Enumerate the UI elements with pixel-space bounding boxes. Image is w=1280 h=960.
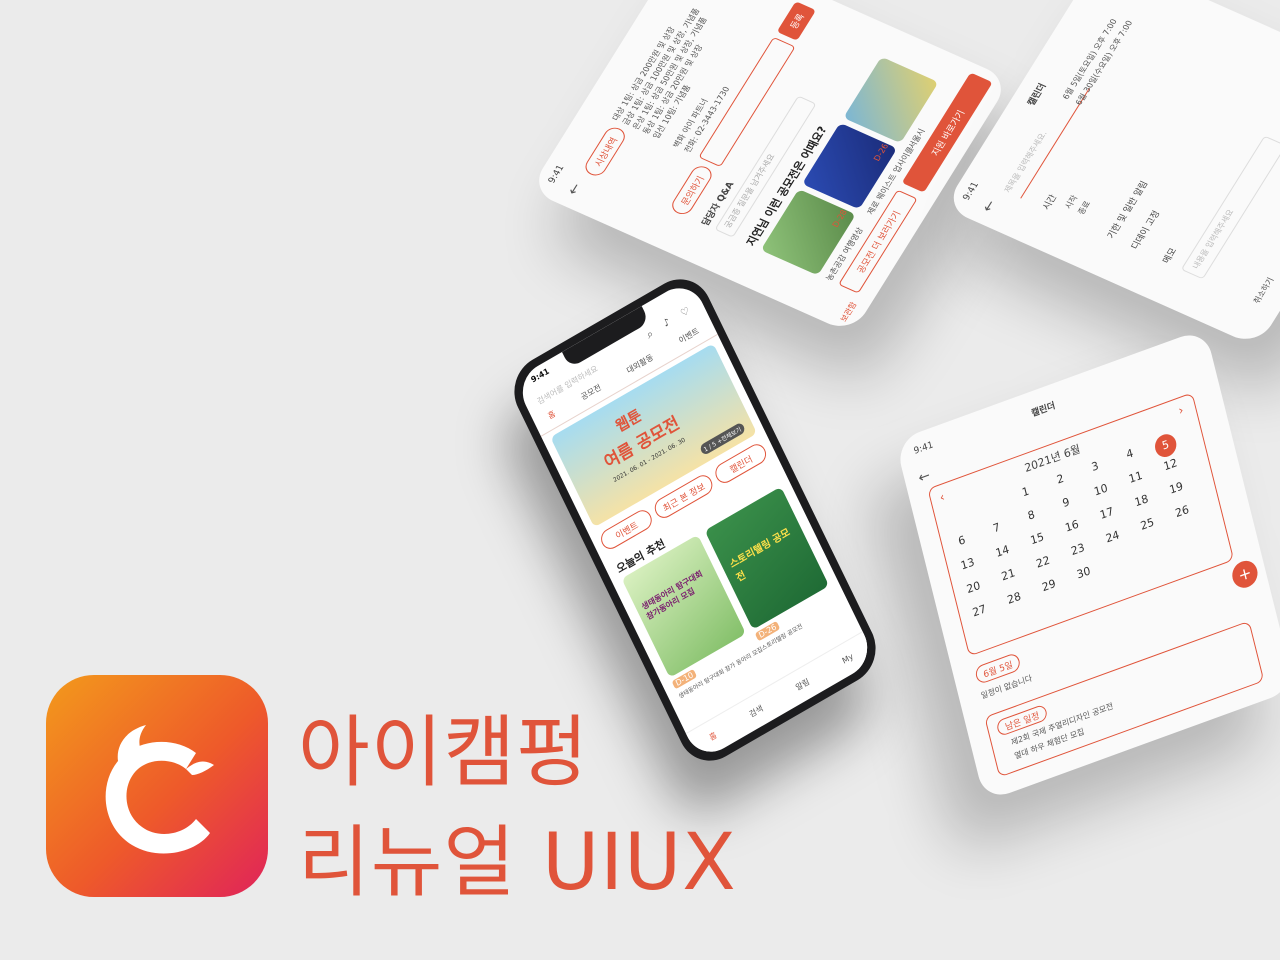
calendar-day[interactable]: 10 bbox=[1089, 480, 1113, 500]
heart-icon[interactable]: ♡ bbox=[679, 305, 692, 319]
calendar-day[interactable]: 20 bbox=[962, 577, 986, 597]
app-logo bbox=[46, 675, 268, 897]
calendar-day[interactable]: 29 bbox=[1037, 575, 1061, 595]
card-title: 스토리텔링 공모전 bbox=[728, 526, 792, 585]
prize-list: 대상 1팀: 상금 200만원 및 상장 금상 1팀: 상금 100만원 및 상… bbox=[610, 2, 733, 140]
calendar-day[interactable]: 14 bbox=[991, 541, 1015, 561]
screen-title: 캘린더 bbox=[1026, 82, 1049, 108]
prize-tag: 시상내역 bbox=[581, 124, 629, 179]
calendar-screen: 9:41 ← 캘린더 ‹ › 2021년 6월 1 2 3 4 5 6 7 8 9 10 11 12 1… bbox=[894, 328, 1280, 802]
calendar-day[interactable]: 7 bbox=[985, 518, 1009, 538]
calendar-day[interactable]: 23 bbox=[1066, 539, 1090, 559]
card-title: 생태동아리 탐구대회 참가동아리 모집 bbox=[640, 569, 705, 622]
calendar-day[interactable]: 15 bbox=[1025, 529, 1049, 549]
back-arrow-icon[interactable]: ← bbox=[917, 467, 932, 487]
calendar-day[interactable]: 27 bbox=[967, 601, 991, 621]
memo-label: 메모 bbox=[1161, 246, 1180, 266]
back-arrow-icon[interactable]: ← bbox=[979, 198, 1000, 215]
calendar-day[interactable]: 8 bbox=[1019, 505, 1043, 525]
title-line-2: 리뉴얼 UIUX bbox=[298, 818, 737, 908]
detail-screen: 9:41 ← 시상내역 대상 1팀: 상금 200만원 및 상장 금상 1팀: … bbox=[529, 0, 1011, 335]
calendar-day[interactable]: 19 bbox=[1164, 478, 1188, 498]
title-line-1: 아이캠펑 bbox=[298, 708, 590, 798]
calendar-day[interactable]: 18 bbox=[1130, 491, 1154, 511]
add-schedule-screen: 9:41 ← 캘린더 제목을 입력해주세요. 시간 시작 종료 6월 5일(토요… bbox=[943, 0, 1280, 348]
nav-search[interactable]: 검색 bbox=[747, 702, 765, 719]
cancel-button[interactable]: 취소하기 bbox=[1251, 276, 1277, 305]
dday-fix-label[interactable]: 디데이 고정 bbox=[1127, 208, 1163, 251]
calendar-day[interactable]: 11 bbox=[1124, 467, 1148, 487]
calendar-day[interactable]: 28 bbox=[1002, 588, 1026, 608]
calendar-day[interactable]: 24 bbox=[1101, 527, 1125, 547]
end-label: 종료 bbox=[1076, 199, 1093, 216]
calendar-day[interactable]: 16 bbox=[1060, 516, 1084, 536]
calendar-day[interactable]: 25 bbox=[1135, 514, 1159, 534]
calendar-day[interactable]: 9 bbox=[1054, 493, 1078, 513]
nav-alarm[interactable]: 알림 bbox=[794, 676, 812, 693]
register-button[interactable]: 등록 bbox=[776, 1, 817, 41]
nav-my[interactable]: My bbox=[841, 651, 855, 665]
search-icon[interactable]: ⌕ bbox=[644, 327, 655, 343]
calendar-day[interactable]: 21 bbox=[996, 565, 1020, 585]
status-time: 9:41 bbox=[529, 366, 551, 385]
calendar-day[interactable]: 13 bbox=[956, 554, 980, 574]
memo-input[interactable]: 내용을 입력해주세요 bbox=[1180, 135, 1280, 280]
time-label: 시간 bbox=[1041, 193, 1060, 212]
calendar-day[interactable]: 6 bbox=[950, 530, 974, 550]
status-time: 9:41 bbox=[961, 180, 982, 203]
status-time: 9:41 bbox=[912, 440, 935, 457]
status-time: 9:41 bbox=[546, 163, 567, 185]
calendar-day[interactable]: 12 bbox=[1159, 455, 1183, 475]
nav-home[interactable]: 홈 bbox=[707, 729, 718, 743]
fav-label[interactable]: 보관함 bbox=[838, 300, 860, 323]
calendar-day[interactable]: 26 bbox=[1170, 501, 1194, 521]
back-arrow-icon[interactable]: ← bbox=[564, 181, 585, 198]
banner-pager[interactable]: 1 / 5 +전체보기 bbox=[698, 421, 746, 457]
calendar-day[interactable]: 22 bbox=[1031, 552, 1055, 572]
logo-c-icon bbox=[105, 725, 214, 854]
screen-title: 캘린더 bbox=[1030, 401, 1057, 420]
calendar-day[interactable]: 17 bbox=[1095, 503, 1119, 523]
bell-icon[interactable]: ♪ bbox=[662, 317, 672, 330]
calendar-day[interactable]: 30 bbox=[1072, 563, 1096, 583]
add-event-button[interactable]: + bbox=[1229, 557, 1261, 592]
